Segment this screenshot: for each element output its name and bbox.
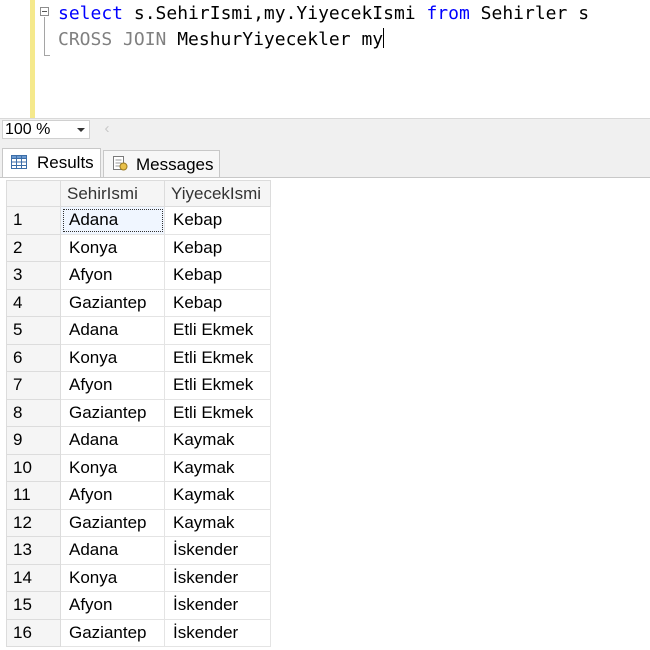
- tab-messages-label: Messages: [136, 155, 214, 174]
- table-row[interactable]: 1 Adana Kebap: [6, 206, 271, 235]
- row-number[interactable]: 3: [6, 261, 61, 290]
- code-line-2[interactable]: CROSS JOIN MeshurYiyecekler my: [58, 28, 385, 52]
- row-number[interactable]: 12: [6, 508, 61, 537]
- cell-yiyecekismi[interactable]: Etli Ekmek: [164, 343, 271, 372]
- results-grid: SehirIsmi YiyecekIsmi 1 Adana Kebap 2 Konya K…: [6, 180, 271, 647]
- grid-corner[interactable]: [6, 180, 61, 207]
- scroll-left-icon[interactable]: ‹: [100, 120, 114, 138]
- table-row[interactable]: 13 Adana İskender: [6, 536, 271, 565]
- cell-sehirismi[interactable]: Adana: [60, 536, 165, 565]
- row-number[interactable]: 2: [6, 233, 61, 262]
- from-table: Sehirler s: [469, 3, 590, 24]
- cell-yiyecekismi[interactable]: Kaymak: [164, 481, 271, 510]
- row-number[interactable]: 10: [6, 453, 61, 482]
- table-row[interactable]: 9 Adana Kaymak: [6, 426, 271, 455]
- row-number[interactable]: 9: [6, 426, 61, 455]
- cell-yiyecekismi[interactable]: Kaymak: [164, 508, 271, 537]
- table-row[interactable]: 6 Konya Etli Ekmek: [6, 343, 271, 372]
- table-row[interactable]: 7 Afyon Etli Ekmek: [6, 371, 271, 400]
- cell-sehirismi[interactable]: Gaziantep: [60, 618, 165, 647]
- cell-sehirismi[interactable]: Adana: [60, 206, 165, 235]
- outline-guide-end: [44, 55, 50, 56]
- column-header-sehirismi[interactable]: SehirIsmi: [60, 180, 165, 207]
- collapse-icon[interactable]: [40, 7, 49, 16]
- code-line-1[interactable]: select s.SehirIsmi,my.YiyecekIsmi from S…: [58, 2, 589, 26]
- zoom-value: 100 %: [5, 121, 51, 138]
- row-number[interactable]: 1: [6, 206, 61, 235]
- cell-yiyecekismi[interactable]: Etli Ekmek: [164, 398, 271, 427]
- row-number[interactable]: 13: [6, 536, 61, 565]
- text-caret: [383, 28, 385, 48]
- row-number[interactable]: 6: [6, 343, 61, 372]
- row-number[interactable]: 16: [6, 618, 61, 647]
- grid-header-row: SehirIsmi YiyecekIsmi: [6, 180, 271, 207]
- table-row[interactable]: 16 Gaziantep İskender: [6, 618, 271, 647]
- tab-messages[interactable]: Messages: [103, 150, 220, 178]
- zoom-dropdown[interactable]: 100 %: [2, 120, 90, 139]
- cell-yiyecekismi[interactable]: Etli Ekmek: [164, 316, 271, 345]
- cell-sehirismi[interactable]: Konya: [60, 233, 165, 262]
- table-row[interactable]: 14 Konya İskender: [6, 563, 271, 592]
- row-number[interactable]: 8: [6, 398, 61, 427]
- cell-sehirismi[interactable]: Konya: [60, 563, 165, 592]
- outline-guide: [44, 17, 45, 56]
- cell-yiyecekismi[interactable]: İskender: [164, 618, 271, 647]
- table-row[interactable]: 15 Afyon İskender: [6, 591, 271, 620]
- cell-sehirismi[interactable]: Konya: [60, 343, 165, 372]
- cell-yiyecekismi[interactable]: İskender: [164, 591, 271, 620]
- table-row[interactable]: 3 Afyon Kebap: [6, 261, 271, 290]
- cell-sehirismi[interactable]: Gaziantep: [60, 398, 165, 427]
- row-number[interactable]: 7: [6, 371, 61, 400]
- cell-sehirismi[interactable]: Gaziantep: [60, 288, 165, 317]
- table-row[interactable]: 11 Afyon Kaymak: [6, 481, 271, 510]
- cell-yiyecekismi[interactable]: Kaymak: [164, 426, 271, 455]
- cell-yiyecekismi[interactable]: Etli Ekmek: [164, 371, 271, 400]
- cell-sehirismi[interactable]: Afyon: [60, 481, 165, 510]
- cell-yiyecekismi[interactable]: Kebap: [164, 206, 271, 235]
- cell-yiyecekismi[interactable]: Kaymak: [164, 453, 271, 482]
- keyword-from: from: [426, 3, 470, 24]
- cell-sehirismi[interactable]: Afyon: [60, 261, 165, 290]
- row-number[interactable]: 5: [6, 316, 61, 345]
- tab-results[interactable]: Results: [2, 148, 101, 178]
- table-row[interactable]: 4 Gaziantep Kebap: [6, 288, 271, 317]
- table-row[interactable]: 5 Adana Etli Ekmek: [6, 316, 271, 345]
- cell-sehirismi[interactable]: Afyon: [60, 591, 165, 620]
- cell-yiyecekismi[interactable]: Kebap: [164, 288, 271, 317]
- cell-yiyecekismi[interactable]: Kebap: [164, 233, 271, 262]
- query-editor[interactable]: select s.SehirIsmi,my.YiyecekIsmi from S…: [0, 0, 650, 118]
- table-row[interactable]: 12 Gaziantep Kaymak: [6, 508, 271, 537]
- table-row[interactable]: 8 Gaziantep Etli Ekmek: [6, 398, 271, 427]
- cell-sehirismi[interactable]: Adana: [60, 316, 165, 345]
- messages-icon: [113, 156, 128, 171]
- column-header-yiyecekismi[interactable]: YiyecekIsmi: [164, 180, 271, 207]
- keyword-cross-join: CROSS JOIN: [58, 29, 167, 50]
- row-number[interactable]: 4: [6, 288, 61, 317]
- join-table: MeshurYiyecekler my: [166, 29, 384, 50]
- editor-change-margin: [30, 0, 35, 118]
- tab-results-label: Results: [37, 153, 94, 172]
- zoom-bar: 100 % ‹: [0, 118, 650, 140]
- cell-yiyecekismi[interactable]: İskender: [164, 536, 271, 565]
- row-number[interactable]: 11: [6, 481, 61, 510]
- grid-icon: [11, 155, 27, 169]
- results-grid-area: SehirIsmi YiyecekIsmi 1 Adana Kebap 2 Konya K…: [0, 178, 650, 650]
- table-row[interactable]: 10 Konya Kaymak: [6, 453, 271, 482]
- table-row[interactable]: 2 Konya Kebap: [6, 233, 271, 262]
- cell-sehirismi[interactable]: Konya: [60, 453, 165, 482]
- row-number[interactable]: 15: [6, 591, 61, 620]
- cell-sehirismi[interactable]: Gaziantep: [60, 508, 165, 537]
- cell-sehirismi[interactable]: Afyon: [60, 371, 165, 400]
- result-tabs: Results Messages: [0, 140, 650, 178]
- cell-yiyecekismi[interactable]: Kebap: [164, 261, 271, 290]
- select-columns: s.SehirIsmi,my.YiyecekIsmi: [123, 3, 427, 24]
- keyword-select: select: [58, 3, 124, 24]
- chevron-down-icon[interactable]: [77, 128, 85, 132]
- row-number[interactable]: 14: [6, 563, 61, 592]
- cell-yiyecekismi[interactable]: İskender: [164, 563, 271, 592]
- cell-sehirismi[interactable]: Adana: [60, 426, 165, 455]
